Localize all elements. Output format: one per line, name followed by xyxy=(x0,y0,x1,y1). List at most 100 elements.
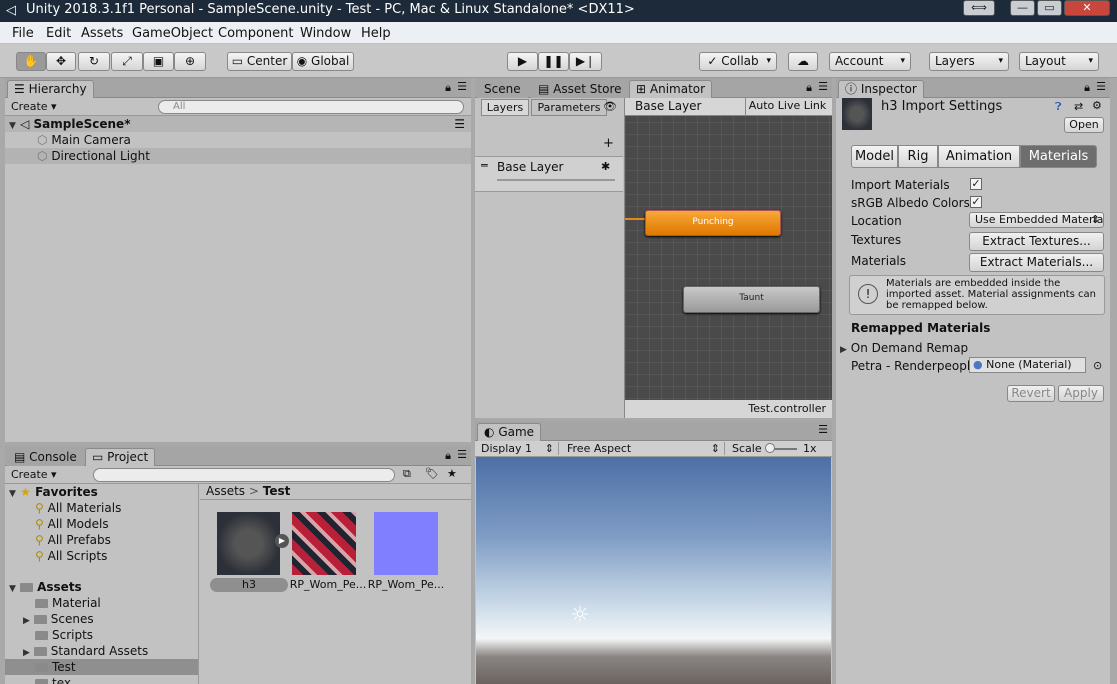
srgb-checkbox[interactable]: ✓ xyxy=(970,196,982,208)
revert-button[interactable]: Revert xyxy=(1007,385,1055,402)
tab-game[interactable]: ◐ Game xyxy=(477,423,542,441)
project-create-button[interactable]: Create ▾ xyxy=(11,468,57,481)
object-picker-icon[interactable]: ⊙ xyxy=(1093,359,1102,372)
minimize-button[interactable]: — xyxy=(1010,0,1035,16)
lock-icon[interactable]: 🔒︎ xyxy=(1084,81,1090,95)
favorite-item[interactable]: ⚲ All Materials xyxy=(5,500,121,516)
menu-assets[interactable]: Assets xyxy=(81,26,123,41)
layer-weight-slider[interactable] xyxy=(497,179,615,181)
hierarchy-item-main-camera[interactable]: ⬡ Main Camera xyxy=(5,132,471,148)
layout-dropdown[interactable]: Layout xyxy=(1019,52,1099,71)
tab-model[interactable]: Model xyxy=(851,145,898,168)
menu-component[interactable]: Component xyxy=(218,26,293,41)
rotate-tool-icon[interactable]: ↻ xyxy=(78,52,110,71)
scale-tool-icon[interactable]: ⤢ xyxy=(111,52,143,71)
pause-button[interactable]: ❚❚ xyxy=(538,52,569,71)
apply-button[interactable]: Apply xyxy=(1058,385,1104,402)
eye-icon[interactable]: 👁︎ xyxy=(603,100,617,113)
auto-live-link-button[interactable]: Auto Live Link xyxy=(745,98,829,115)
tab-rig[interactable]: Rig xyxy=(898,145,938,168)
preset-icon[interactable]: ⇄ xyxy=(1074,100,1083,113)
transform-tool-icon[interactable]: ⊕ xyxy=(174,52,206,71)
step-button[interactable]: ▶❘ xyxy=(569,52,602,71)
project-search-input[interactable] xyxy=(93,468,395,482)
panel-menu-icon[interactable]: ☰ xyxy=(818,423,828,436)
collapse-arrow-icon[interactable]: ▶ xyxy=(23,616,30,626)
state-node-punching[interactable]: Punching xyxy=(645,210,781,236)
lock-icon[interactable]: 🔒︎ xyxy=(445,81,451,95)
drag-handle-icon[interactable]: ═ xyxy=(481,159,488,172)
close-button[interactable]: ✕ xyxy=(1064,0,1110,16)
hierarchy-search-input[interactable]: All xyxy=(158,100,464,114)
game-viewport[interactable]: ☼ xyxy=(476,457,831,684)
animator-graph[interactable]: Base Layer Auto Live Link Punching Taunt… xyxy=(625,98,832,418)
panel-menu-icon[interactable]: ☰ xyxy=(818,80,828,93)
menu-edit[interactable]: Edit xyxy=(46,26,71,41)
folder-item-tex[interactable]: tex xyxy=(5,675,71,684)
hand-tool-icon[interactable]: ✋ xyxy=(16,52,46,71)
open-button[interactable]: Open xyxy=(1064,117,1104,133)
help-icon[interactable]: ❓︎ xyxy=(1055,100,1062,114)
lock-icon[interactable]: 🔒︎ xyxy=(445,449,451,463)
favorite-star-icon[interactable]: ★ xyxy=(447,467,457,480)
tab-scene[interactable]: Scene xyxy=(477,80,528,98)
scene-row[interactable]: ▼ ◁ SampleScene* ☰ xyxy=(5,116,471,132)
scene-menu-icon[interactable]: ☰ xyxy=(454,116,465,132)
collab-dropdown[interactable]: ✓ Collab xyxy=(699,52,777,71)
animator-tab-layers[interactable]: Layers xyxy=(481,99,529,116)
panel-menu-icon[interactable]: ☰ xyxy=(457,80,467,93)
tab-animator[interactable]: ⊞ Animator xyxy=(629,80,713,98)
breadcrumb-base-layer[interactable]: Base Layer xyxy=(635,99,702,113)
hierarchy-item-directional-light[interactable]: ⬡ Directional Light xyxy=(5,148,471,164)
state-node-taunt[interactable]: Taunt xyxy=(683,286,820,313)
tab-console[interactable]: ▤ Console xyxy=(7,448,84,466)
expand-arrow-icon[interactable]: ▼ xyxy=(9,489,16,499)
rect-tool-icon[interactable]: ▣ xyxy=(143,52,174,71)
layers-dropdown[interactable]: Layers xyxy=(929,52,1009,71)
on-demand-remap-row[interactable]: ▶ On Demand Remap xyxy=(840,341,968,355)
panel-menu-icon[interactable]: ☰ xyxy=(1096,80,1106,93)
asset-item-h3[interactable]: ▶ h3 xyxy=(210,512,289,592)
collapse-arrow-icon[interactable]: ▶ xyxy=(840,345,847,355)
folder-item-scripts[interactable]: Scripts xyxy=(5,627,93,643)
pivot-center-button[interactable]: ▭ Center xyxy=(227,52,292,71)
search-by-label-icon[interactable]: 🏷︎ xyxy=(425,467,439,480)
lock-icon[interactable]: 🔒︎ xyxy=(806,81,812,95)
folder-item-standard-assets[interactable]: ▶ Standard Assets xyxy=(5,643,148,659)
gear-icon[interactable]: ⚙ xyxy=(1092,99,1102,112)
menu-file[interactable]: File xyxy=(12,26,34,41)
menu-help[interactable]: Help xyxy=(361,26,391,41)
menu-gameobject[interactable]: GameObject xyxy=(132,26,213,41)
display-dropdown[interactable]: Display 1 ⇕ xyxy=(481,442,559,455)
cloud-icon[interactable]: ☁ xyxy=(788,52,818,71)
location-dropdown[interactable]: Use Embedded Material ⇕ xyxy=(969,212,1104,228)
tab-animation[interactable]: Animation xyxy=(938,145,1020,168)
layer-item-base[interactable]: ═ Base Layer ✱ xyxy=(475,156,623,192)
play-preview-icon[interactable]: ▶ xyxy=(275,534,289,548)
extract-textures-button[interactable]: Extract Textures... xyxy=(969,232,1104,251)
move-tool-icon[interactable]: ✥ xyxy=(46,52,76,71)
add-layer-icon[interactable]: + xyxy=(603,136,614,151)
expand-arrow-icon[interactable]: ▼ xyxy=(9,121,16,131)
folder-item-test[interactable]: Test xyxy=(5,659,198,675)
aspect-dropdown[interactable]: Free Aspect ⇕ xyxy=(567,442,725,455)
layer-settings-icon[interactable]: ✱ xyxy=(601,160,610,173)
expand-arrow-icon[interactable]: ▼ xyxy=(9,584,16,594)
collapse-arrow-icon[interactable]: ▶ xyxy=(23,648,30,658)
tab-hierarchy[interactable]: ☰ Hierarchy xyxy=(7,80,94,98)
panel-menu-icon[interactable]: ☰ xyxy=(457,448,467,461)
tab-materials[interactable]: Materials xyxy=(1020,145,1097,168)
favorite-item[interactable]: ⚲ All Scripts xyxy=(5,548,107,564)
hierarchy-create-button[interactable]: Create ▾ xyxy=(11,100,57,113)
menu-window[interactable]: Window xyxy=(300,26,351,41)
favorite-item[interactable]: ⚲ All Models xyxy=(5,516,109,532)
import-materials-checkbox[interactable]: ✓ xyxy=(970,178,982,190)
scale-slider-thumb[interactable] xyxy=(765,443,775,453)
favorites-row[interactable]: ▼ ★ Favorites xyxy=(5,484,98,500)
tab-project[interactable]: ▭ Project xyxy=(85,448,156,466)
search-by-type-icon[interactable]: ⧉ xyxy=(403,467,411,481)
tab-inspector[interactable]: ⓘ Inspector xyxy=(838,80,924,98)
account-dropdown[interactable]: Account xyxy=(829,52,911,71)
pivot-global-button[interactable]: ◉ Global xyxy=(292,52,354,71)
restore-size-icon[interactable]: ⟺ xyxy=(963,0,995,16)
